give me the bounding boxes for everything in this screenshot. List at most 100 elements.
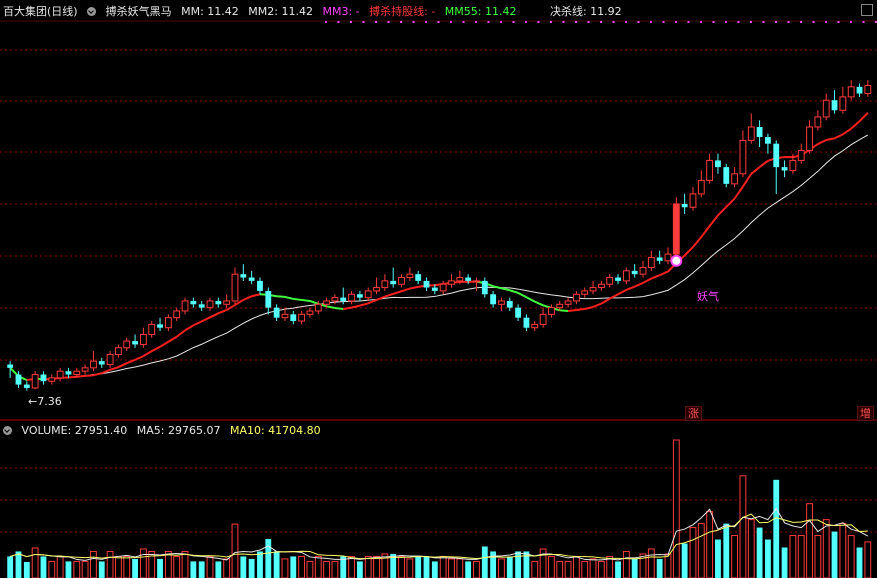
ma-fast-segment: [492, 285, 502, 290]
indicator-dot: [787, 21, 790, 23]
candle-body: [148, 323, 156, 335]
ma-fast-segment: [584, 305, 594, 310]
volume-bar: [81, 560, 89, 578]
indicator-dot: [487, 21, 490, 23]
volume-bar: [198, 561, 205, 578]
indicator-dot: [500, 21, 502, 23]
ma-fast-segment: [359, 302, 369, 307]
ma-fast-segment: [401, 287, 411, 293]
candle-body: [456, 277, 464, 282]
volume-bar: [248, 558, 255, 578]
candle-body: [406, 273, 414, 279]
volume-bar: [123, 555, 131, 578]
ma-fast-segment: [742, 173, 753, 188]
volume-bar: [672, 439, 680, 578]
candle-body: [789, 159, 797, 171]
volume-bar: [157, 558, 163, 578]
indicator-dot: [812, 21, 815, 23]
ma-fast-segment: [76, 374, 86, 378]
candle-body: [773, 143, 780, 168]
candle-body: [81, 367, 89, 372]
indicator-dot: [762, 21, 765, 23]
indicator-dot: [475, 21, 477, 23]
ma-fast-segment: [567, 308, 577, 312]
candle-body: [348, 293, 355, 302]
ma-fast-segment: [309, 300, 319, 305]
indicator-dot: [650, 21, 652, 23]
candle-body: [764, 137, 771, 144]
candle-body: [864, 84, 872, 95]
volume-bar: [647, 548, 655, 578]
indicator-name[interactable]: 搏杀妖气黑马: [106, 3, 172, 21]
ma-fast-segment: [192, 320, 203, 327]
volume-bar: [747, 519, 755, 578]
indicator-dot: [600, 21, 602, 23]
ma-fast-segment: [159, 340, 169, 348]
candle-body: [806, 126, 813, 151]
volume-bar: [773, 479, 780, 578]
ma-fast-segment: [276, 295, 286, 298]
indicator-dot: [525, 21, 527, 23]
volume-bar: [864, 541, 872, 578]
volume-bar: [398, 555, 405, 578]
indicator-dot: [700, 21, 702, 23]
volume-bar: [173, 555, 181, 578]
candle-body: [822, 99, 830, 118]
candle-body: [756, 126, 763, 138]
ma-slow-line: [9, 134, 869, 381]
ma-fast-segment: [384, 292, 394, 298]
volume-bar: [789, 535, 797, 578]
volume-bar: [415, 556, 422, 578]
volume-bar: [23, 561, 30, 578]
close-icon[interactable]: [861, 4, 873, 16]
candle-body: [390, 280, 397, 285]
candle-body: [589, 287, 597, 292]
volume-bar: [15, 551, 22, 578]
candle-body: [106, 353, 114, 366]
indicator-dot: [350, 21, 352, 23]
ma-fast-segment: [750, 166, 761, 175]
candle-body: [15, 374, 22, 385]
candle-body: [856, 86, 863, 94]
volume-bar: [7, 556, 14, 578]
ma-fast-segment: [226, 304, 236, 311]
volume-bar: [265, 539, 272, 578]
candle-body: [473, 280, 480, 283]
ma-fast-segment: [93, 372, 102, 377]
volume-bar: [431, 561, 438, 578]
volume-bar: [290, 556, 297, 578]
volume-bar: [206, 555, 214, 578]
candle-body: [631, 270, 638, 275]
signal-label: 妖气: [697, 290, 719, 303]
volume-ma10: MA10: 41704.80: [229, 424, 321, 437]
volume-bar: [448, 558, 455, 578]
ma-fast-segment: [167, 335, 178, 343]
indicator-dot: [862, 21, 865, 23]
ma-fast-segment: [151, 345, 161, 353]
candle-body: [606, 277, 614, 285]
volume-settings-icon[interactable]: [3, 426, 12, 435]
ma-fast-segment: [326, 305, 336, 309]
ma-fast-segment: [817, 139, 827, 145]
signal-marker: [670, 254, 683, 267]
ma-fast-segment: [334, 306, 344, 310]
candle-body: [190, 300, 197, 305]
candle-body: [731, 173, 739, 185]
volume-bar: [556, 560, 564, 578]
volume-bar: [847, 535, 855, 578]
chart-canvas[interactable]: [0, 0, 877, 578]
indicator-dot: [750, 21, 752, 23]
settings-icon[interactable]: [87, 7, 97, 16]
candle-body: [797, 149, 805, 161]
indicator-dot: [550, 21, 552, 23]
ma-fast-segment: [642, 277, 652, 284]
ma-fast-segment: [68, 375, 77, 379]
indicator-dot: [825, 21, 827, 23]
ma-fast-segment: [650, 274, 661, 280]
candle-body: [656, 257, 663, 261]
ma-fast-segment: [501, 287, 511, 292]
ma-fast-segment: [659, 270, 669, 277]
volume-bar: [314, 555, 322, 578]
volume-bar: [73, 560, 81, 578]
volume-bar: [456, 558, 464, 578]
